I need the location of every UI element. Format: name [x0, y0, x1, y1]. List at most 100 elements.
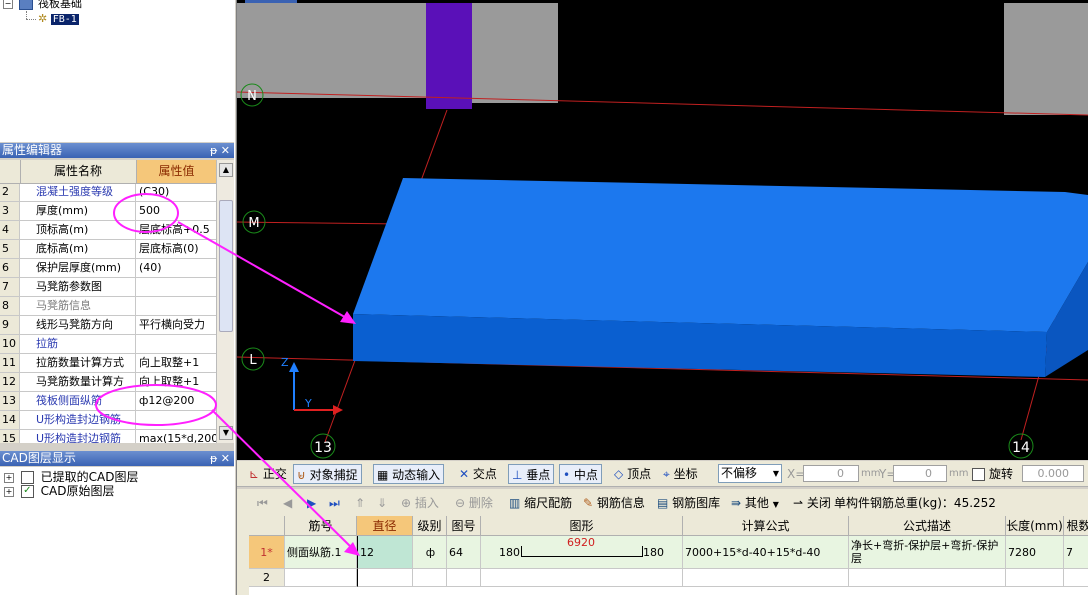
grid-col-header[interactable]: 公式描述	[849, 516, 1006, 536]
property-value[interactable]: ф12@200	[136, 392, 216, 410]
property-value[interactable]: 向上取整+1	[136, 373, 216, 391]
scroll-down-icon[interactable]: ▼	[219, 426, 233, 440]
property-value[interactable]: 平行横向受力	[136, 316, 216, 334]
property-row[interactable]: 10 拉筋	[0, 335, 216, 354]
move-up-icon[interactable]: ⇑	[355, 494, 365, 512]
col-property-name[interactable]: 属性名称	[20, 160, 137, 183]
property-value[interactable]	[136, 335, 216, 353]
grid-cell-empty[interactable]	[1064, 569, 1088, 587]
property-row[interactable]: 6 保护层厚度(mm) (40)	[0, 259, 216, 278]
dynamic-input-button[interactable]: ▦ 动态输入	[373, 464, 445, 484]
grid-cell-empty[interactable]	[447, 569, 481, 587]
grid-cell-description[interactable]: 净长+弯折-保护层+弯折-保护层	[849, 536, 1006, 569]
rotate-checkbox[interactable]	[972, 468, 985, 481]
grid-col-header[interactable]: 图号	[447, 516, 481, 536]
grid-cell-empty[interactable]	[285, 569, 357, 587]
first-record-icon[interactable]: ⏮	[257, 494, 268, 512]
x-input[interactable]: 0	[803, 465, 859, 482]
checkbox-checked-icon[interactable]: ✓	[20, 485, 34, 498]
rebar-info-button[interactable]: ✎ 钢筋信息	[583, 494, 645, 512]
property-row[interactable]: 3 厚度(mm) 500	[0, 202, 216, 221]
property-value[interactable]: 层底标高(0)	[136, 240, 216, 258]
property-row[interactable]: 8 马凳筋信息	[0, 297, 216, 316]
property-value[interactable]	[136, 297, 216, 315]
cad-layer-item-extracted[interactable]: + 已提取的CAD图层	[4, 470, 139, 484]
grid-col-header[interactable]: 根数	[1064, 516, 1088, 536]
grid-cell-empty[interactable]	[1006, 569, 1064, 587]
expand-icon[interactable]: +	[4, 486, 14, 497]
grid-cell-count[interactable]: 7	[1064, 536, 1088, 569]
last-record-icon[interactable]: ⏭	[329, 494, 340, 512]
intersection-button[interactable]: ✕ 交点	[459, 464, 497, 484]
grid-cell-empty[interactable]	[683, 569, 849, 587]
grid-cell-empty[interactable]	[413, 569, 447, 587]
rebar-library-button[interactable]: ▤ 钢筋图库	[657, 494, 720, 512]
grid-cell-length[interactable]: 7280	[1006, 536, 1064, 569]
perpendicular-button[interactable]: ⊥ 垂点	[508, 464, 555, 484]
close-button[interactable]: ⇀ 关闭	[793, 494, 831, 512]
property-row[interactable]: 7 马凳筋参数图	[0, 278, 216, 297]
grid-col-header[interactable]: 长度(mm)	[1006, 516, 1064, 536]
grid-cell-empty[interactable]	[481, 569, 683, 587]
property-value[interactable]: (40)	[136, 259, 216, 277]
property-scrollbar[interactable]: ▲ ▼	[216, 160, 234, 443]
property-row[interactable]: 12 马凳筋数量计算方 向上取整+1	[0, 373, 216, 392]
move-down-icon[interactable]: ⇓	[377, 494, 387, 512]
panel-pin-close-buttons[interactable]: ᵽ ✕	[210, 451, 230, 466]
cad-layer-item-original[interactable]: + ✓ CAD原始图层	[4, 484, 115, 498]
property-value[interactable]: 500	[136, 202, 216, 220]
tree-root[interactable]: − 筏板基础	[3, 0, 82, 11]
grid-cell-empty[interactable]	[849, 569, 1006, 587]
y-input[interactable]: 0	[893, 465, 947, 482]
scale-config-button[interactable]: ▥ 缩尺配筋	[509, 494, 572, 512]
property-row[interactable]: 2 混凝土强度等级 (C30)	[0, 183, 216, 202]
property-value[interactable]	[136, 278, 216, 296]
grid-cell-grade[interactable]: ф	[413, 536, 447, 569]
grid-col-header[interactable]: 计算公式	[683, 516, 849, 536]
insert-button[interactable]: ⊕ 插入	[401, 494, 439, 512]
other-menu-button[interactable]: ⇛ 其他 ▼	[731, 494, 779, 512]
object-snap-button[interactable]: ⊌ 对象捕捉	[293, 464, 362, 484]
coordinate-button[interactable]: ⌖ 坐标	[663, 464, 698, 484]
orthogonal-button[interactable]: ⊾ 正交	[249, 464, 287, 484]
grid-col-header[interactable]: 图形	[481, 516, 683, 536]
scroll-up-icon[interactable]: ▲	[219, 163, 233, 177]
property-row[interactable]: 4 顶标高(m) 层底标高+0.5	[0, 221, 216, 240]
property-row[interactable]: 15 U形构造封边钢筋 max(15*d,200	[0, 430, 216, 443]
property-value[interactable]: max(15*d,200	[136, 430, 216, 443]
grid-col-header[interactable]: 级别	[413, 516, 447, 536]
grid-cell-diameter[interactable]: 12	[357, 536, 413, 569]
grid-cell-name[interactable]: 侧面纵筋.1	[285, 536, 357, 569]
row-header[interactable]: 1*	[249, 536, 285, 569]
property-value[interactable]: (C30)	[136, 183, 216, 201]
property-value[interactable]: 向上取整+1	[136, 354, 216, 372]
property-value[interactable]: 层底标高+0.5	[136, 221, 216, 239]
prev-record-icon[interactable]: ◀	[283, 494, 292, 512]
property-row[interactable]: 5 底标高(m) 层底标高(0)	[0, 240, 216, 259]
property-row[interactable]: 13 筏板侧面纵筋 ф12@200	[0, 392, 216, 411]
grid-col-header[interactable]: 直径(mm)	[357, 516, 413, 553]
delete-button[interactable]: ⊖ 删除	[455, 494, 493, 512]
expand-icon[interactable]: +	[4, 472, 14, 483]
property-row[interactable]: 11 拉筋数量计算方式 向上取整+1	[0, 354, 216, 373]
grid-cell-figure-no[interactable]: 64	[447, 536, 481, 569]
panel-pin-close-buttons[interactable]: ᵽ ✕	[210, 143, 230, 158]
property-row[interactable]: 9 线形马凳筋方向 平行横向受力	[0, 316, 216, 335]
scroll-thumb[interactable]	[219, 200, 233, 332]
grid-cell-empty[interactable]	[357, 569, 413, 587]
midpoint-button[interactable]: • 中点	[559, 464, 602, 484]
next-record-icon[interactable]: ▶	[307, 494, 316, 512]
property-row[interactable]: 14 U形构造封边钢筋	[0, 411, 216, 430]
tree-item-fb-1[interactable]: ✲ FB-1	[38, 12, 79, 26]
vertex-button[interactable]: ◇ 顶点	[614, 464, 651, 484]
3d-viewport[interactable]: N M L 13 14 Z Y	[237, 0, 1088, 460]
checkbox-unchecked[interactable]	[20, 471, 34, 484]
offset-select[interactable]: 不偏移 ▼	[718, 464, 782, 483]
grid-col-header[interactable]: 筋号	[285, 516, 357, 536]
col-property-value[interactable]: 属性值	[137, 160, 216, 183]
property-value[interactable]	[136, 411, 216, 429]
collapse-icon[interactable]: −	[3, 0, 13, 9]
grid-cell-formula[interactable]: 7000+15*d-40+15*d-40	[683, 536, 849, 569]
rotate-input[interactable]: 0.000	[1022, 465, 1084, 482]
row-header[interactable]: 2	[249, 569, 285, 587]
